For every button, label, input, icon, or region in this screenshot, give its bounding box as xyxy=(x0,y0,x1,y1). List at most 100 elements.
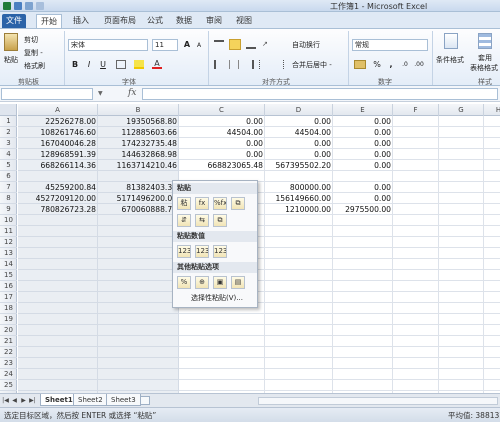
underline-button[interactable]: U xyxy=(98,60,108,69)
orientation-icon[interactable]: ↗ xyxy=(262,40,274,49)
column-header-h[interactable]: H xyxy=(484,104,500,116)
tab-page-layout[interactable]: 页面布局 xyxy=(100,14,140,28)
row-header[interactable]: 5 xyxy=(0,160,17,171)
increase-indent-icon[interactable] xyxy=(274,60,284,69)
first-sheet-icon[interactable]: |◀ xyxy=(2,396,9,405)
paste-button[interactable]: 粘贴 xyxy=(4,55,18,65)
cell-d2[interactable]: 44504.00 xyxy=(265,127,333,138)
row-header[interactable]: 20 xyxy=(0,325,17,336)
cell-b3[interactable]: 174232735.48 xyxy=(98,138,179,149)
row-header[interactable]: 18 xyxy=(0,303,17,314)
column-header-d[interactable]: D xyxy=(265,104,333,116)
cell-c5[interactable]: 668823065.48 xyxy=(179,160,265,171)
paste-no-borders-icon[interactable]: ⇵ xyxy=(177,214,191,227)
row-header[interactable]: 22 xyxy=(0,347,17,358)
paste-values-icon[interactable]: 123 xyxy=(177,245,191,258)
row-header[interactable]: 11 xyxy=(0,226,17,237)
cell-c4[interactable]: 0.00 xyxy=(179,149,265,160)
conditional-format-icon[interactable] xyxy=(444,33,458,49)
undo-icon[interactable] xyxy=(25,2,33,10)
paste-keep-column-widths-icon[interactable]: ⇆ xyxy=(195,214,209,227)
namebox-dropdown-icon[interactable]: ▼ xyxy=(98,90,103,97)
format-painter-button[interactable]: 格式刷 xyxy=(24,61,45,71)
row-header[interactable]: 10 xyxy=(0,215,17,226)
row-header[interactable]: 21 xyxy=(0,336,17,347)
cell-e4[interactable]: 0.00 xyxy=(333,149,393,160)
row-header[interactable]: 9 xyxy=(0,204,17,215)
cell-a8[interactable]: 4527209120.00 xyxy=(18,193,98,204)
column-header-a[interactable]: A xyxy=(18,104,98,116)
cell-d7[interactable]: 800000.00 xyxy=(265,182,333,193)
cell-b9[interactable]: 670060888.74 xyxy=(98,204,179,215)
cell-e3[interactable]: 0.00 xyxy=(333,138,393,149)
align-left-icon[interactable] xyxy=(214,60,224,69)
font-size-select[interactable]: 11 xyxy=(152,39,178,51)
row-header[interactable]: 17 xyxy=(0,292,17,303)
cell-c1[interactable]: 0.00 xyxy=(179,116,265,127)
align-center-icon[interactable] xyxy=(229,60,239,69)
comma-button[interactable]: , xyxy=(386,60,396,69)
row-header[interactable]: 3 xyxy=(0,138,17,149)
column-header-c[interactable]: C xyxy=(179,104,265,116)
align-middle-icon[interactable] xyxy=(229,39,241,50)
font-shrink-button[interactable]: A xyxy=(194,41,204,50)
row-header[interactable]: 7 xyxy=(0,182,17,193)
tab-insert[interactable]: 插入 xyxy=(68,14,94,28)
paste-formulas-number-format-icon[interactable]: %fx xyxy=(213,197,227,210)
table-format-icon[interactable] xyxy=(478,33,492,49)
row-header[interactable]: 8 xyxy=(0,193,17,204)
cell-d9[interactable]: 1210000.00 xyxy=(265,204,333,215)
copy-button[interactable]: 复制 - xyxy=(24,48,43,58)
cell-d8[interactable]: 156149660.00 xyxy=(265,193,333,204)
insert-function-icon[interactable]: fx xyxy=(128,88,136,98)
row-header[interactable]: 25 xyxy=(0,380,17,391)
paste-linked-picture-icon[interactable]: ▤ xyxy=(231,276,245,289)
next-sheet-icon[interactable]: ▶ xyxy=(20,396,27,405)
last-sheet-icon[interactable]: ▶| xyxy=(29,396,36,405)
select-all-corner[interactable] xyxy=(0,104,17,116)
cell-b8[interactable]: 5171496200.00 xyxy=(98,193,179,204)
font-color-icon[interactable]: A xyxy=(152,60,162,69)
border-icon[interactable] xyxy=(116,60,126,69)
formula-input[interactable] xyxy=(142,88,498,100)
decrease-indent-icon[interactable] xyxy=(259,60,269,69)
font-name-select[interactable]: 宋体 xyxy=(68,39,148,51)
row-header[interactable]: 2 xyxy=(0,127,17,138)
column-header-g[interactable]: G xyxy=(439,104,484,116)
cell-b2[interactable]: 112885603.66 xyxy=(98,127,179,138)
tab-review[interactable]: 审阅 xyxy=(202,14,226,28)
fill-color-icon[interactable] xyxy=(134,60,144,69)
align-right-icon[interactable] xyxy=(244,60,254,69)
cell-e9[interactable]: 2975500.00 xyxy=(333,204,393,215)
cell-e7[interactable]: 0.00 xyxy=(333,182,393,193)
worksheet-grid[interactable]: 22526278.00 19350568.80 0.00 0.00 0.00 1… xyxy=(18,116,500,393)
paste-transpose-icon[interactable]: ⧉ xyxy=(213,214,227,227)
cell-e1[interactable]: 0.00 xyxy=(333,116,393,127)
paste-formatting-icon[interactable]: % xyxy=(177,276,191,289)
column-header-b[interactable]: B xyxy=(98,104,179,116)
align-top-icon[interactable] xyxy=(214,40,224,49)
font-grow-button[interactable]: A xyxy=(182,40,192,49)
wrap-text-button[interactable]: 自动换行 xyxy=(292,40,320,50)
percent-button[interactable]: % xyxy=(372,60,382,69)
cell-b5[interactable]: 1163714210.46 xyxy=(98,160,179,171)
tab-file[interactable]: 文件 xyxy=(2,14,26,28)
row-header[interactable]: 16 xyxy=(0,281,17,292)
cell-b1[interactable]: 19350568.80 xyxy=(98,116,179,127)
cell-b4[interactable]: 144632868.98 xyxy=(98,149,179,160)
conditional-format-button[interactable]: 条件格式 xyxy=(436,55,464,65)
row-header[interactable]: 23 xyxy=(0,358,17,369)
cell-d4[interactable]: 0.00 xyxy=(265,149,333,160)
tab-data[interactable]: 数据 xyxy=(172,14,196,28)
cell-d1[interactable]: 0.00 xyxy=(265,116,333,127)
cell-a1[interactable]: 22526278.00 xyxy=(18,116,98,127)
paste-link-icon[interactable]: ⊕ xyxy=(195,276,209,289)
column-header-f[interactable]: F xyxy=(393,104,439,116)
table-format-button[interactable]: 套用 xyxy=(478,53,492,63)
save-icon[interactable] xyxy=(14,2,22,10)
horizontal-scrollbar[interactable] xyxy=(258,397,498,405)
row-header[interactable]: 12 xyxy=(0,237,17,248)
tab-view[interactable]: 视图 xyxy=(232,14,256,28)
name-box[interactable] xyxy=(1,88,93,100)
row-header[interactable]: 14 xyxy=(0,259,17,270)
